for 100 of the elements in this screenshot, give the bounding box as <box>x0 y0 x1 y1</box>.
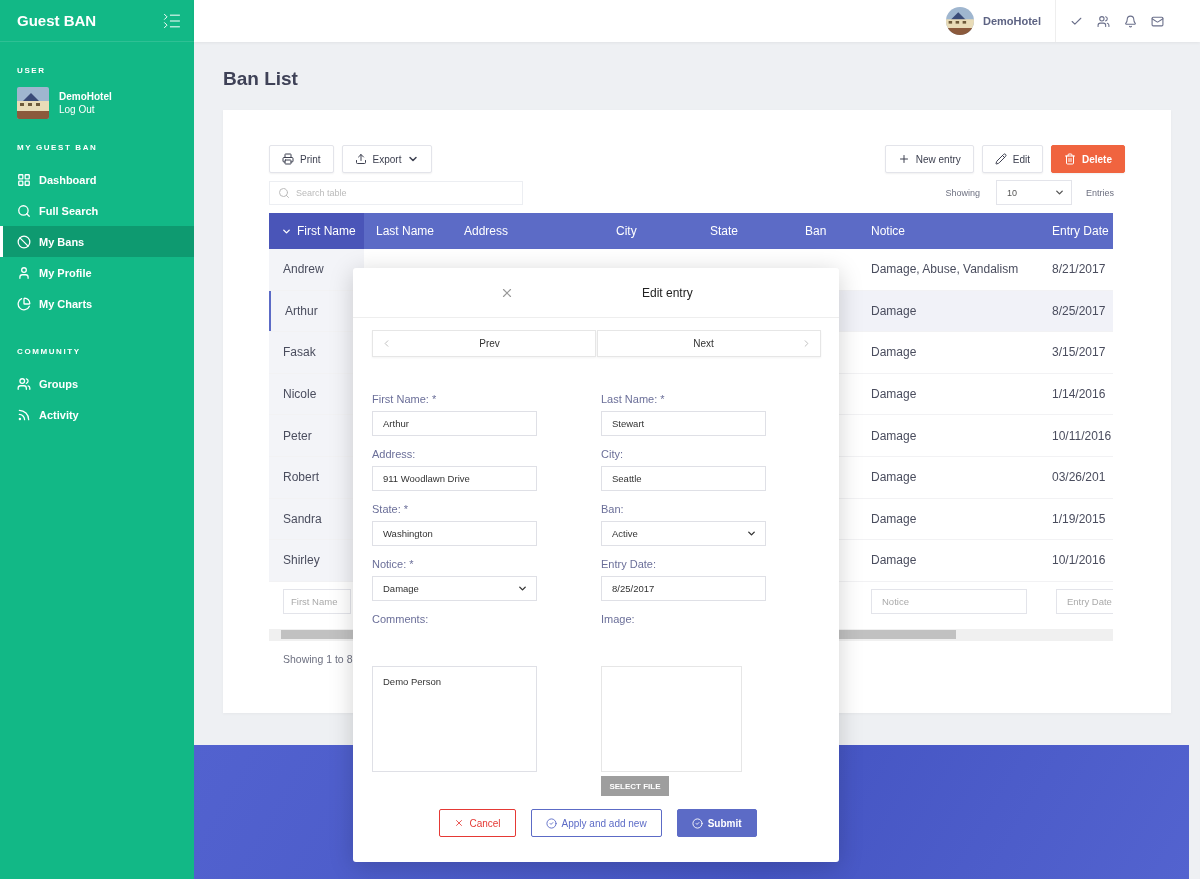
column-header[interactable]: Last Name <box>364 213 452 249</box>
sidebar-item[interactable]: Full Search <box>0 195 194 226</box>
table-cell: 1/19/2015 <box>1052 511 1106 526</box>
table-cell: Damage <box>871 303 917 318</box>
printer-icon <box>282 153 294 165</box>
table-cell: 8/21/2017 <box>1052 262 1106 277</box>
person-icon <box>17 265 31 280</box>
dialog-title: Edit entry <box>642 285 693 300</box>
pencil-icon <box>994 153 1007 165</box>
logout-link[interactable]: Log Out <box>59 104 112 115</box>
table-cell: Arthur <box>285 303 318 318</box>
people-icon <box>17 376 31 391</box>
page-size-select[interactable]: 10 <box>996 180 1072 205</box>
table-cell: 03/26/201 <box>1052 470 1106 485</box>
check-circle-icon <box>545 817 557 829</box>
sidebar-item[interactable]: Groups <box>0 368 194 399</box>
column-header[interactable]: City <box>604 213 698 249</box>
sidebar-item[interactable]: My Charts <box>0 288 194 319</box>
sidebar-item[interactable]: My Profile <box>0 257 194 288</box>
cancel-button[interactable]: Cancel <box>439 809 516 837</box>
comments-field[interactable]: Demo Person <box>372 666 537 772</box>
pagination-info: Showing 1 to 8 <box>283 652 354 665</box>
sidebar-item[interactable]: My Bans <box>0 226 194 257</box>
input-field[interactable]: Stewart <box>601 411 766 436</box>
table-cell: Damage, Abuse, Vandalism <box>871 262 1019 277</box>
close-icon <box>454 818 465 828</box>
table-cell: 8/25/2017 <box>1052 303 1106 318</box>
table-cell: Damage <box>871 511 917 526</box>
table-cell: 10/1/2016 <box>1052 553 1106 568</box>
table-cell: Damage <box>871 345 917 360</box>
print-button[interactable]: Print <box>269 145 334 173</box>
sidebar-item[interactable]: Dashboard <box>0 164 194 195</box>
input-field[interactable]: 911 Woodlawn Drive <box>372 466 537 491</box>
submit-button[interactable]: Submit <box>676 809 757 837</box>
search-icon <box>278 186 290 199</box>
plus-icon <box>897 153 910 165</box>
brand-name: Guest BAN <box>17 12 97 29</box>
feed-icon <box>17 407 31 422</box>
field-label: Comments: <box>372 613 430 625</box>
section-title: MY GUEST BAN <box>16 143 99 152</box>
table-cell: 10/11/2016 <box>1052 428 1112 443</box>
showing-label: Showing <box>945 187 980 198</box>
field-label: State: * <box>372 503 410 515</box>
field-label: Notice: * <box>372 558 415 570</box>
field-label: Last Name: * <box>601 393 666 405</box>
page-title: Ban List <box>223 68 299 90</box>
caret-icon <box>517 583 528 594</box>
column-header[interactable]: First Name <box>269 213 364 249</box>
pie-chart-icon <box>17 296 31 311</box>
select-file-button[interactable]: SELECT FILE <box>601 776 669 796</box>
user-name: DemoHotel <box>982 15 1041 27</box>
caret-icon <box>1054 187 1065 198</box>
table-cell: Sandra <box>283 511 322 526</box>
section-title: USER <box>16 66 47 75</box>
table-cell: Damage <box>871 428 917 443</box>
prev-button[interactable]: Prev <box>372 330 596 357</box>
user-name: DemoHotel <box>59 91 112 102</box>
bell-icon[interactable] <box>1124 14 1137 28</box>
next-button[interactable]: Next <box>597 330 821 357</box>
table-cell: Robert <box>283 470 320 485</box>
select-field[interactable]: Active <box>601 521 766 546</box>
column-header[interactable]: Entry Date <box>1040 213 1113 249</box>
filter-field[interactable]: Entry Date <box>1056 589 1113 615</box>
input-field[interactable]: Arthur <box>372 411 537 436</box>
filter-field[interactable]: First Name <box>283 589 351 615</box>
field-label: Image: <box>601 613 636 625</box>
table-cell: Andrew <box>283 262 324 277</box>
entries-label: Entries <box>1086 187 1114 198</box>
table-cell: Damage <box>871 387 917 402</box>
people-icon[interactable] <box>1097 14 1110 28</box>
upload-icon <box>354 153 367 165</box>
delete-button[interactable]: Delete <box>1051 145 1125 173</box>
input-field[interactable]: Seattle <box>601 466 766 491</box>
new-entry-button[interactable]: New entry <box>884 145 974 173</box>
prohibited-icon <box>17 234 31 249</box>
table-cell: Damage <box>871 553 917 568</box>
trash-icon <box>1064 153 1076 165</box>
column-header[interactable]: Ban <box>793 213 859 249</box>
caret-icon <box>746 528 757 539</box>
table-cell: Peter <box>283 428 312 443</box>
apply-button[interactable]: Apply and add new <box>530 809 662 837</box>
column-header[interactable]: State <box>698 213 793 249</box>
check-circle-icon <box>691 817 703 829</box>
field-label: City: <box>601 448 624 460</box>
export-button[interactable]: Export <box>341 145 433 173</box>
input-field[interactable]: 8/25/2017 <box>601 576 766 601</box>
table-cell: 1/14/2016 <box>1052 387 1106 402</box>
column-header[interactable]: Address <box>452 213 604 249</box>
edit-button[interactable]: Edit <box>981 145 1043 173</box>
field-label: Address: <box>372 448 417 460</box>
mail-icon[interactable] <box>1151 14 1164 28</box>
sidebar-item[interactable]: Activity <box>0 399 194 430</box>
select-field[interactable]: Damage <box>372 576 537 601</box>
input-field[interactable]: Washington <box>372 521 537 546</box>
grid-icon <box>17 172 31 187</box>
table-cell: Damage <box>871 470 917 485</box>
filter-field[interactable]: Notice <box>871 589 1027 615</box>
column-header[interactable]: Notice <box>859 213 1040 249</box>
search-icon <box>17 203 31 218</box>
table-cell: Shirley <box>283 553 320 568</box>
